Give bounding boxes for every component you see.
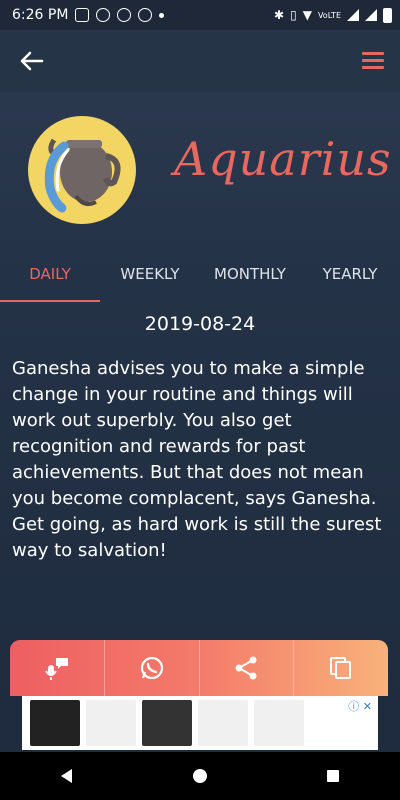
notification-icon (96, 8, 111, 22)
menu-line (362, 66, 384, 69)
ad-product-image[interactable] (198, 700, 248, 746)
notification-icon (75, 8, 90, 22)
tab-weekly[interactable]: WEEKLY (100, 254, 200, 302)
ad-product-image[interactable] (142, 700, 192, 746)
signal-icon (347, 9, 359, 21)
system-nav-bar (0, 752, 400, 800)
nav-home-button[interactable] (180, 756, 220, 796)
ad-banner[interactable]: ⓘ ✕ (22, 696, 378, 750)
hamburger-menu-icon (362, 52, 384, 55)
period-tabs: DAILY WEEKLY MONTHLY YEARLY (0, 254, 400, 302)
vibrate-icon: ▯ (290, 8, 297, 22)
aquarius-jar-icon (28, 116, 136, 224)
horoscope-text: Ganesha advises you to make a simple cha… (12, 358, 382, 561)
status-time: 6:26 PM (12, 7, 69, 23)
ad-info-icon[interactable]: ⓘ ✕ (348, 698, 372, 714)
sign-name: Aquarius (174, 132, 392, 186)
whatsapp-button[interactable] (105, 640, 200, 696)
nav-home-icon (192, 769, 207, 783)
tab-daily[interactable]: DAILY (0, 254, 100, 302)
signal-icon (365, 9, 377, 21)
ad-product-image[interactable] (254, 700, 304, 746)
ad-product-image[interactable] (30, 700, 80, 746)
tab-yearly[interactable]: YEARLY (300, 254, 400, 302)
bluetooth-icon: ✱ (274, 8, 285, 22)
share-icon (235, 656, 257, 680)
sign-header: Aquarius (0, 92, 400, 252)
volte-label: VoLTE (317, 10, 341, 20)
voice-icon (45, 658, 68, 680)
menu-button[interactable] (362, 52, 384, 70)
tab-monthly[interactable]: MONTHLY (200, 254, 300, 302)
nav-recents-button[interactable] (313, 756, 353, 796)
whatsapp-status-icon (117, 8, 132, 22)
share-button[interactable] (200, 640, 295, 696)
copy-icon (330, 657, 352, 679)
nav-back-button[interactable] (47, 756, 87, 796)
notification-icon (138, 8, 153, 22)
voice-button[interactable] (10, 640, 105, 696)
more-notifications-icon (159, 12, 165, 18)
whatsapp-icon (140, 656, 163, 680)
app-bar (0, 30, 400, 92)
menu-line (362, 59, 384, 62)
status-bar: 6:26 PM ✱ ▯ ▼ VoLTE (0, 0, 400, 30)
ad-product-image[interactable] (86, 700, 136, 746)
arrow-left-icon (20, 51, 44, 71)
back-button[interactable] (18, 50, 46, 72)
wifi-icon: ▼ (302, 8, 312, 22)
copy-button[interactable] (294, 640, 388, 696)
action-bar (10, 640, 388, 696)
nav-back-icon (60, 769, 72, 783)
battery-icon (383, 7, 392, 23)
nav-recents-icon (327, 770, 340, 782)
horoscope-date: 2019-08-24 (144, 313, 256, 335)
